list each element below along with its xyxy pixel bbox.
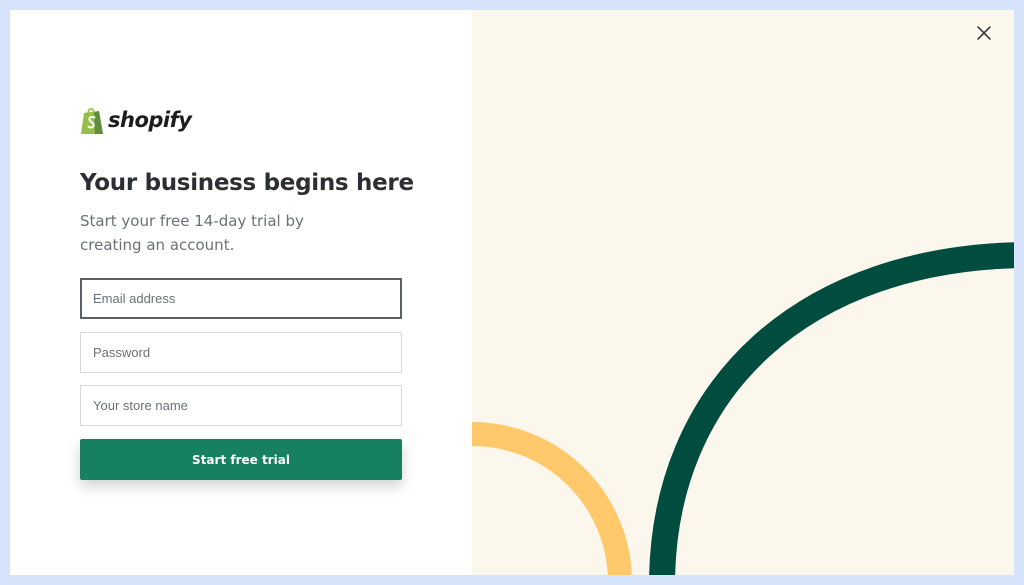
signup-form-panel: shopify Your business begins here Start … bbox=[10, 10, 472, 575]
green-arc bbox=[649, 242, 1014, 575]
close-button[interactable] bbox=[974, 23, 994, 43]
close-icon bbox=[977, 26, 991, 40]
store-name-field[interactable] bbox=[80, 385, 402, 426]
start-free-trial-button[interactable]: Start free trial bbox=[80, 439, 402, 480]
shopify-wordmark: shopify bbox=[108, 108, 192, 132]
page-subtitle: Start your free 14-day trial by creating… bbox=[80, 212, 304, 254]
signup-modal: shopify Your business begins here Start … bbox=[10, 10, 1014, 575]
decorative-panel bbox=[472, 10, 1014, 575]
email-field[interactable] bbox=[80, 278, 402, 319]
password-field[interactable] bbox=[80, 332, 402, 373]
shopify-logo: shopify bbox=[80, 105, 192, 135]
shopify-bag-icon bbox=[81, 107, 103, 134]
page-title: Your business begins here bbox=[80, 170, 414, 196]
yellow-arc bbox=[472, 422, 632, 575]
decorative-arcs bbox=[472, 242, 1014, 575]
